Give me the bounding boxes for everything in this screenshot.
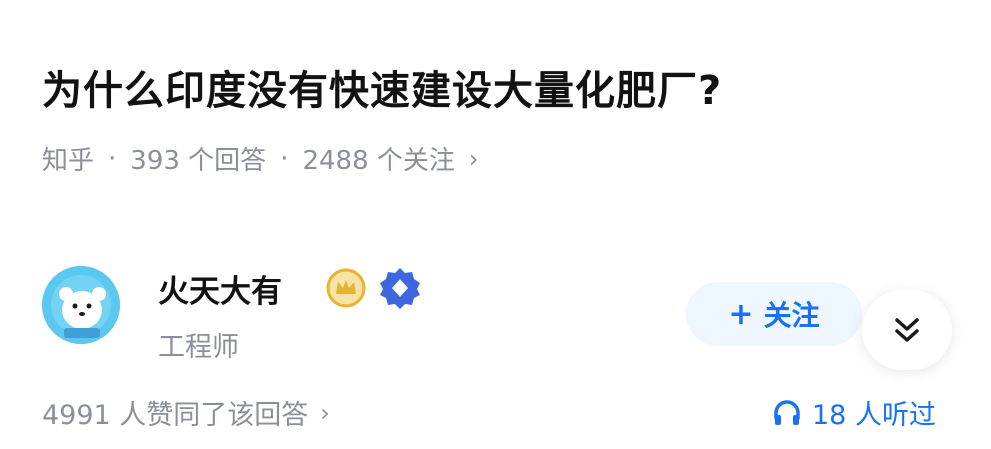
source-label: 知乎 bbox=[42, 146, 95, 176]
like-count-link[interactable]: 4991 人赞同了该回答 › bbox=[42, 393, 330, 432]
chevron-right-icon: › bbox=[320, 398, 330, 427]
author-title: 工程师 bbox=[158, 332, 239, 363]
bear-avatar-icon bbox=[42, 266, 120, 344]
crown-badge-icon[interactable] bbox=[326, 268, 366, 308]
follower-count: 2488 个关注 bbox=[302, 146, 455, 176]
meta-separator: · bbox=[108, 143, 117, 174]
chevron-right-icon[interactable]: › bbox=[469, 145, 479, 173]
double-chevron-down-icon bbox=[895, 318, 919, 342]
diamond-badge-icon[interactable] bbox=[378, 266, 422, 310]
meta-separator: · bbox=[280, 143, 289, 174]
avatar[interactable] bbox=[42, 266, 120, 344]
expand-button[interactable] bbox=[862, 290, 952, 370]
like-count: 4991 人赞同了该回答 bbox=[42, 400, 309, 431]
follow-button[interactable]: + 关注 bbox=[686, 282, 862, 346]
listener-count: 18 人听过 bbox=[812, 400, 936, 431]
question-meta[interactable]: 知乎 · 393 个回答 · 2488 个关注 › bbox=[42, 140, 479, 177]
question-title[interactable]: 为什么印度没有快速建设大量化肥厂? bbox=[42, 58, 722, 116]
listen-count[interactable]: 18 人听过 bbox=[772, 393, 936, 432]
follow-label: 关注 bbox=[763, 299, 820, 332]
headphones-icon bbox=[774, 399, 800, 425]
author-name[interactable]: 火天大有 bbox=[158, 266, 282, 311]
answer-count: 393 个回答 bbox=[130, 146, 267, 176]
plus-icon: + bbox=[728, 296, 754, 332]
